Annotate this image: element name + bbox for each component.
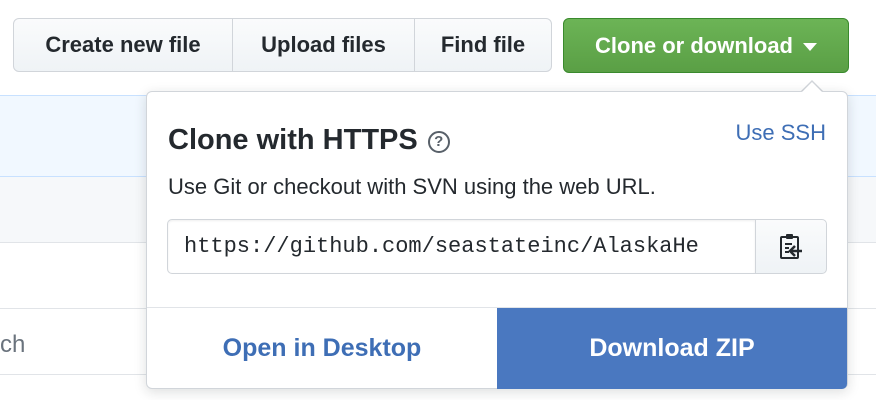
- popover-description: Use Git or checkout with SVN using the w…: [168, 174, 656, 199]
- popover-title: Clone with HTTPS: [168, 124, 418, 156]
- clone-popover: Clone with HTTPS ? Use SSH Use Git or ch…: [146, 91, 848, 389]
- clipboard-icon: [780, 233, 802, 259]
- clone-or-download-button[interactable]: Clone or download: [563, 18, 849, 73]
- clone-url-group: [167, 219, 827, 274]
- clone-url-input[interactable]: [167, 219, 755, 274]
- popover-title-row: Clone with HTTPS ?: [168, 122, 450, 158]
- use-ssh-link[interactable]: Use SSH: [736, 120, 826, 146]
- help-icon[interactable]: ?: [427, 130, 450, 153]
- download-zip-button[interactable]: Download ZIP: [497, 308, 847, 389]
- clone-or-download-label: Clone or download: [595, 32, 793, 58]
- background-text-fragment: ch: [0, 331, 26, 358]
- file-actions-button-group: Create new file Upload files Find file: [13, 18, 552, 72]
- copy-url-button[interactable]: [755, 219, 827, 274]
- create-new-file-button[interactable]: Create new file: [13, 18, 233, 72]
- find-file-button[interactable]: Find file: [414, 18, 552, 72]
- open-in-desktop-button[interactable]: Open in Desktop: [147, 308, 497, 389]
- popover-arrow-inner: [801, 82, 823, 93]
- popover-footer: Open in Desktop Download ZIP: [147, 307, 847, 389]
- upload-files-button[interactable]: Upload files: [232, 18, 415, 72]
- caret-down-icon: [803, 42, 817, 51]
